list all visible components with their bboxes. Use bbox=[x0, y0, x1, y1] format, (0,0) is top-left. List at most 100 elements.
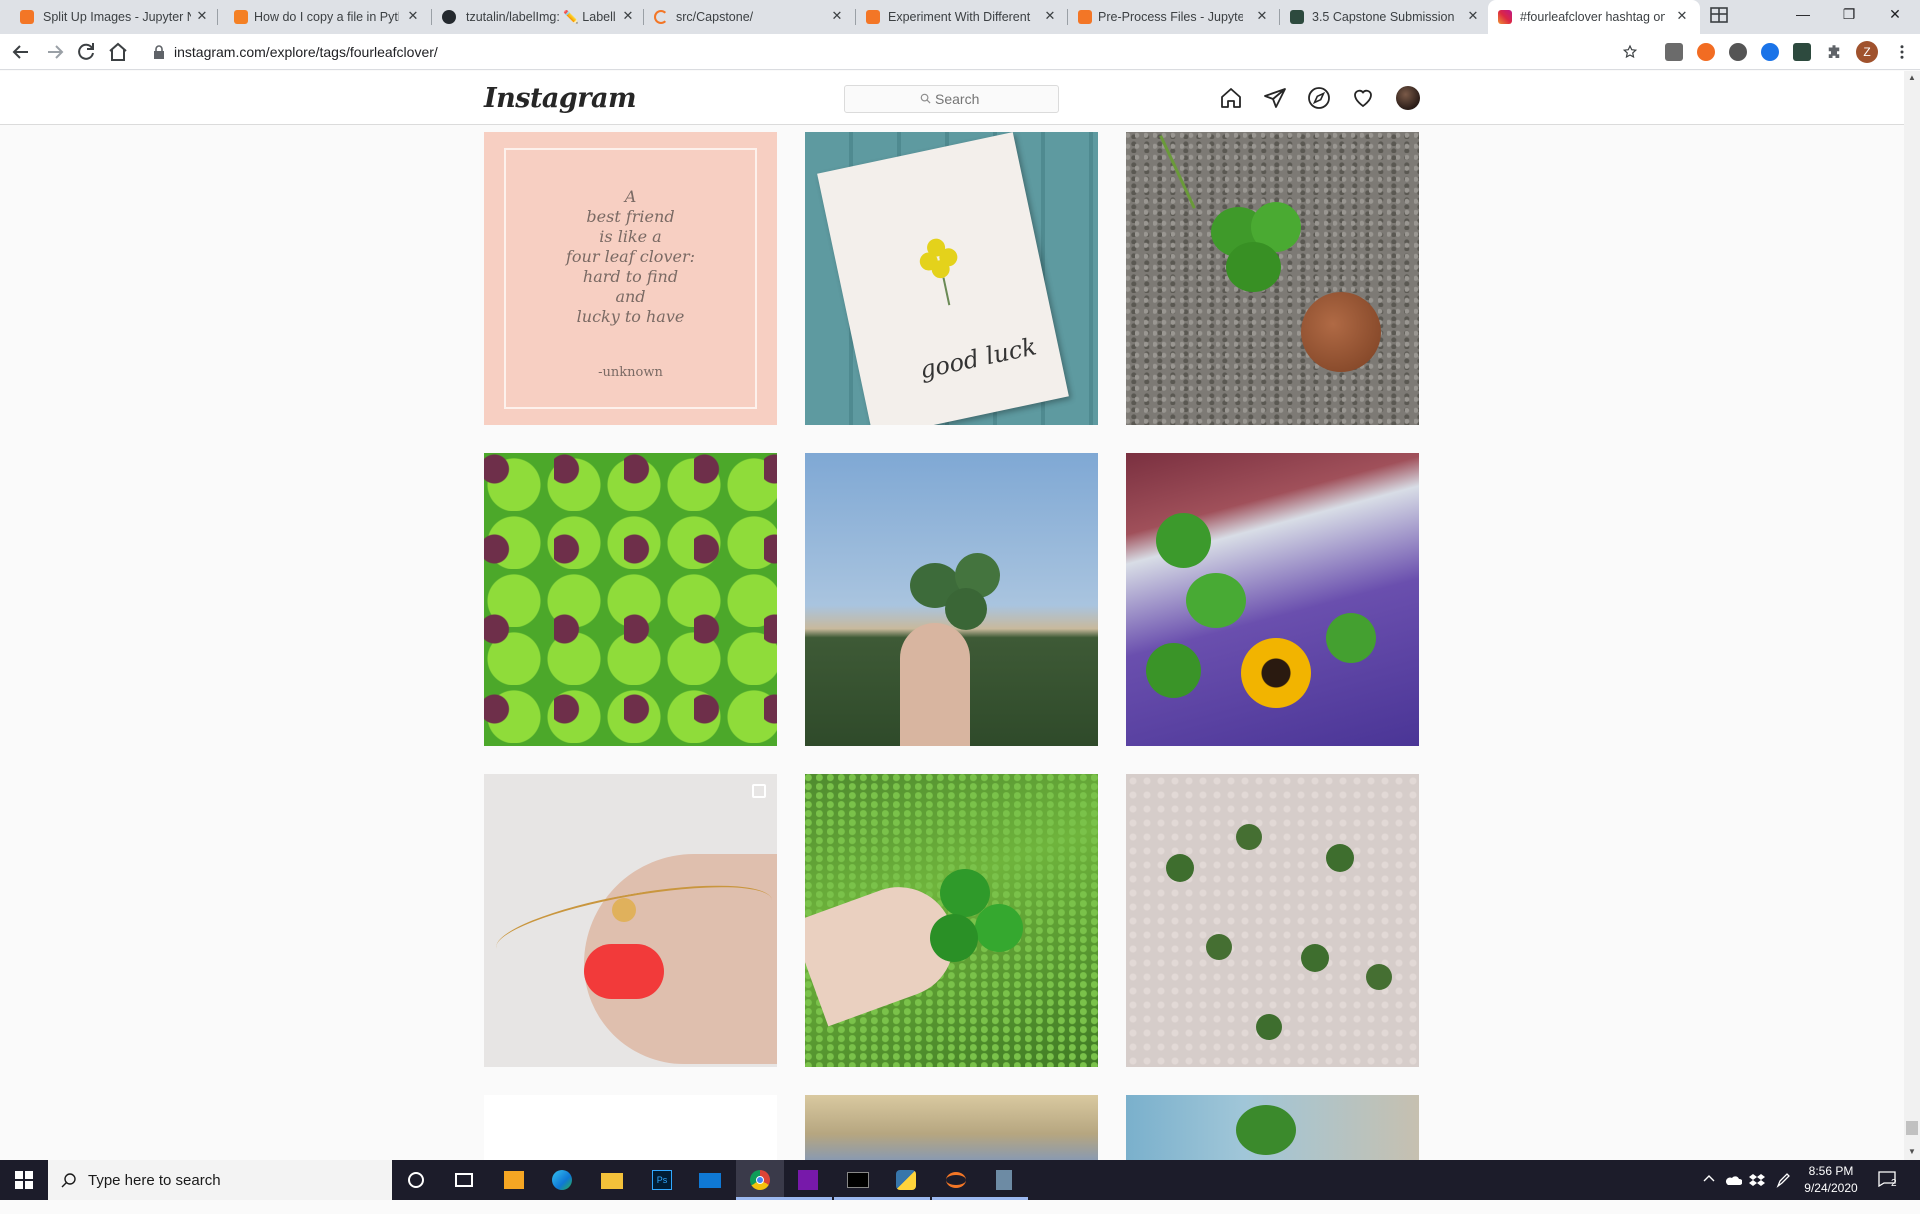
close-tab-icon[interactable]: ✕ bbox=[1042, 8, 1058, 24]
browser-toolbar: instagram.com/explore/tags/fourleafclove… bbox=[0, 34, 1920, 70]
tab-fourleafclover-instagram[interactable]: #fourleafclover hashtag on ✕ bbox=[1488, 0, 1700, 34]
cortana-button[interactable] bbox=[392, 1160, 440, 1200]
tab-pre-process-files[interactable]: Pre-Process Files - Jupyter N ✕ bbox=[1068, 0, 1278, 34]
close-tab-icon[interactable]: ✕ bbox=[620, 8, 636, 24]
blue-extension-icon[interactable] bbox=[1761, 43, 1779, 61]
instagram-logo[interactable]: Instagram bbox=[484, 83, 637, 114]
post-partial-blank[interactable] bbox=[484, 1095, 777, 1160]
grammarly-extension-icon[interactable] bbox=[1665, 43, 1683, 61]
taskbar-search-box[interactable]: Type here to search bbox=[48, 1160, 392, 1200]
onedrive-icon[interactable] bbox=[1724, 1174, 1743, 1214]
quote-attribution: -unknown bbox=[598, 365, 663, 380]
home-icon bbox=[109, 42, 127, 61]
edge-app-icon[interactable] bbox=[538, 1160, 586, 1200]
tab-copy-file-python[interactable]: How do I copy a file in Pyth ✕ bbox=[218, 0, 428, 34]
chrome-app-icon[interactable] bbox=[736, 1160, 784, 1200]
address-bar[interactable]: instagram.com/explore/tags/fourleafclove… bbox=[140, 38, 1640, 66]
clock-time: 8:56 PM bbox=[1808, 1164, 1854, 1178]
lock-icon bbox=[154, 45, 164, 59]
start-button[interactable] bbox=[0, 1160, 48, 1200]
tab-capstone-submission[interactable]: 3.5 Capstone Submission - S ✕ bbox=[1280, 0, 1488, 34]
home-button[interactable] bbox=[106, 40, 130, 64]
extensions-puzzle-icon[interactable] bbox=[1825, 43, 1843, 61]
task-view-button[interactable] bbox=[440, 1160, 488, 1200]
terminal-app-icon[interactable] bbox=[834, 1160, 882, 1200]
url-text: instagram.com/explore/tags/fourleafclove… bbox=[174, 44, 438, 60]
tray-overflow-chevron[interactable] bbox=[1702, 1172, 1716, 1212]
scroll-up-arrow[interactable]: ▲ bbox=[1904, 71, 1920, 85]
jupyter-loading-icon bbox=[654, 10, 668, 24]
close-window-button[interactable]: ✕ bbox=[1872, 0, 1918, 30]
calculator-app-icon[interactable] bbox=[980, 1160, 1028, 1200]
clover-leaf bbox=[930, 914, 978, 962]
explore-icon[interactable] bbox=[1307, 86, 1331, 110]
quote-text: A best friend is like a four leaf clover… bbox=[566, 187, 695, 326]
search-input[interactable] bbox=[935, 91, 1045, 107]
pen-icon[interactable] bbox=[1776, 1172, 1790, 1212]
post-clover-hand-sky[interactable] bbox=[805, 453, 1098, 746]
circle-extension-icon[interactable] bbox=[1729, 43, 1747, 61]
dropbox-icon[interactable] bbox=[1749, 1172, 1765, 1212]
tab-split-up-images[interactable]: Split Up Images - Jupyter N ✕ bbox=[0, 0, 215, 34]
post-good-luck-card[interactable]: good luck bbox=[805, 132, 1098, 425]
multi-photo-icon bbox=[752, 784, 766, 798]
post-partial-clover-room[interactable] bbox=[1126, 1095, 1419, 1160]
direct-icon[interactable] bbox=[1263, 86, 1287, 110]
clover-leaf bbox=[1186, 573, 1246, 628]
close-tab-icon[interactable]: ✕ bbox=[1465, 8, 1481, 24]
forward-button[interactable] bbox=[43, 40, 67, 64]
file-explorer-app-icon[interactable] bbox=[588, 1160, 636, 1200]
tab-experiment-models[interactable]: Experiment With Different M ✕ bbox=[856, 0, 1066, 34]
search-icon bbox=[61, 1173, 76, 1188]
post-oxalis-leaves[interactable] bbox=[484, 453, 777, 746]
orange-extension-icon[interactable] bbox=[1697, 43, 1715, 61]
profile-avatar[interactable] bbox=[1396, 86, 1420, 110]
new-tab-button[interactable] bbox=[1707, 4, 1731, 28]
windows-taskbar: Type here to search Ps 8:56 PM 9/24/2020… bbox=[0, 1160, 1920, 1200]
post-partial-blurred[interactable] bbox=[805, 1095, 1098, 1160]
post-clover-coin[interactable] bbox=[1126, 132, 1419, 425]
post-clover-bowl-sunflower[interactable] bbox=[1126, 453, 1419, 746]
post-clover-necklace[interactable] bbox=[484, 774, 777, 1067]
close-tab-icon[interactable]: ✕ bbox=[829, 8, 845, 24]
clover-sprig bbox=[1326, 844, 1354, 872]
system-clock[interactable]: 8:56 PM 9/24/2020 bbox=[1794, 1163, 1868, 1197]
close-tab-icon[interactable]: ✕ bbox=[194, 8, 210, 24]
home-icon[interactable] bbox=[1219, 86, 1243, 110]
jupyter-icon bbox=[866, 10, 880, 24]
photoshop-app-icon[interactable]: Ps bbox=[638, 1160, 686, 1200]
search-icon bbox=[920, 93, 931, 104]
mail-app-icon[interactable] bbox=[686, 1160, 734, 1200]
tab-labelimg[interactable]: tzutalin/labelImg: ✏️ Labell ✕ bbox=[432, 0, 642, 34]
clover-leaf bbox=[1226, 242, 1281, 292]
search-box[interactable] bbox=[844, 85, 1059, 113]
close-tab-icon[interactable]: ✕ bbox=[405, 8, 421, 24]
tab-src-capstone[interactable]: src/Capstone/ ✕ bbox=[644, 0, 854, 34]
restore-button[interactable]: ❐ bbox=[1826, 0, 1872, 30]
back-button[interactable] bbox=[9, 40, 33, 64]
post-clover-hand-grass[interactable] bbox=[805, 774, 1098, 1067]
activity-heart-icon[interactable] bbox=[1351, 86, 1375, 110]
page-scrollbar[interactable] bbox=[1904, 71, 1920, 1160]
reload-button[interactable] bbox=[74, 40, 98, 64]
chrome-menu-icon[interactable] bbox=[1893, 43, 1911, 61]
close-tab-icon[interactable]: ✕ bbox=[1254, 8, 1270, 24]
jupyter-icon bbox=[1078, 10, 1092, 24]
store-app-icon[interactable] bbox=[490, 1160, 538, 1200]
scroll-thumb[interactable] bbox=[1906, 1121, 1918, 1135]
python-app-icon[interactable] bbox=[882, 1160, 930, 1200]
card-text: good luck bbox=[917, 332, 1039, 385]
notification-center-button[interactable]: 2 bbox=[1878, 1171, 1908, 1211]
bookmark-star-icon[interactable] bbox=[1622, 44, 1638, 60]
post-quote[interactable]: A best friend is like a four leaf clover… bbox=[484, 132, 777, 425]
minimize-button[interactable]: — bbox=[1780, 0, 1826, 30]
post-clovers-on-paper[interactable] bbox=[1126, 774, 1419, 1067]
notification-count: 2 bbox=[1891, 1178, 1897, 1189]
onenote-app-icon[interactable] bbox=[784, 1160, 832, 1200]
scroll-down-arrow[interactable]: ▼ bbox=[1904, 1145, 1920, 1159]
close-tab-icon[interactable]: ✕ bbox=[1674, 8, 1690, 24]
jupyter-app-icon[interactable] bbox=[932, 1160, 980, 1200]
clover-sprig bbox=[1166, 854, 1194, 882]
profile-avatar[interactable]: Z bbox=[1856, 41, 1878, 63]
springboard-extension-icon[interactable] bbox=[1793, 43, 1811, 61]
